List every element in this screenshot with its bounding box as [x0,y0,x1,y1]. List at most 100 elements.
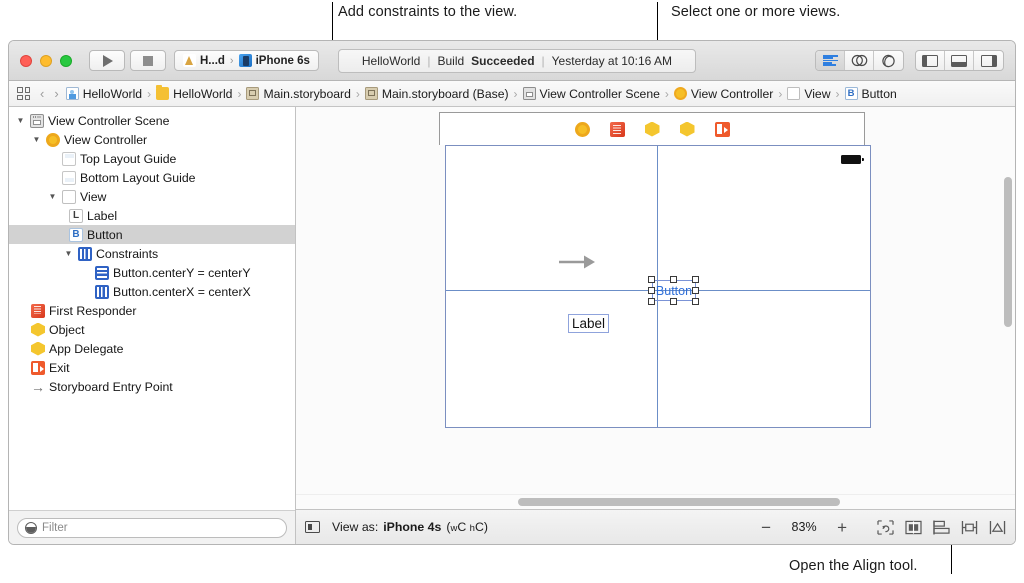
button-icon: B [69,227,83,242]
breadcrumb-item-storyboard[interactable]: Main.storyboard [246,87,351,101]
resize-handle-middle-right[interactable] [692,287,699,294]
breadcrumb-separator: › [147,86,152,101]
disclosure-triangle-icon[interactable]: ▼ [63,249,74,258]
breadcrumb-separator: › [355,86,360,101]
label-icon: L [69,208,83,223]
breadcrumb-item-project[interactable]: HelloWorld [65,87,142,101]
outline-row-first-responder[interactable]: First Responder [9,301,295,320]
disclosure-triangle-icon[interactable]: ▼ [15,116,26,125]
object-icon[interactable] [644,121,660,137]
utilities-toggle-button[interactable] [974,51,1003,70]
breadcrumb-label: HelloWorld [173,86,233,101]
interface-builder-canvas[interactable]: Label Button [296,107,1015,494]
navigator-toggle-button[interactable] [916,51,945,70]
update-frames-icon[interactable] [877,519,894,535]
constraints-icon [78,246,92,261]
button-icon: B [844,87,858,100]
outline-row-exit[interactable]: Exit [9,358,295,377]
resize-handle-bottom-right[interactable] [692,298,699,305]
label-element[interactable]: Label [568,314,610,333]
outline-row-app-delegate[interactable]: App Delegate [9,339,295,358]
document-outline-toggle-icon[interactable] [305,521,320,533]
view-icon [787,87,801,100]
disclosure-triangle-icon[interactable]: ▼ [47,192,58,201]
canvas-horizontal-scrollbar-track[interactable] [296,494,1015,509]
outline-row-top-layout-guide[interactable]: Top Layout Guide [9,149,295,168]
scene-icon [522,87,536,100]
outline-row-button[interactable]: B Button [9,225,295,244]
breadcrumb-item-view-controller[interactable]: View Controller [673,87,773,101]
toolbar-right-group [815,50,1004,71]
xcode-window: H...d › iPhone 6s HelloWorld | Build Suc… [8,40,1016,545]
outline-row-constraints[interactable]: ▼ Constraints [9,244,295,263]
exit-icon[interactable] [714,121,730,137]
breadcrumb-item-scene[interactable]: View Controller Scene [522,86,660,101]
outline-row-constraint-centery[interactable]: Button.centerY = centerY [9,263,295,282]
disclosure-triangle-icon[interactable]: ▼ [31,135,42,144]
version-editor-button[interactable] [874,51,903,70]
project-icon [65,87,79,100]
outline-row-object[interactable]: Object [9,320,295,339]
resolve-auto-layout-issues-icon[interactable] [989,520,1006,535]
resize-handle-bottom-center[interactable] [670,298,677,305]
zoom-out-button[interactable]: − [761,519,771,536]
first-responder-icon[interactable] [609,121,625,137]
minimize-button[interactable] [40,54,52,67]
scene-dock [439,112,865,145]
object-icon [31,341,45,356]
forward-button[interactable]: › [51,86,61,101]
zoom-in-button[interactable]: + [837,519,847,536]
stop-button[interactable] [130,50,166,71]
app-target-icon [183,54,196,67]
first-responder-icon [31,303,45,318]
back-button[interactable]: ‹ [37,86,47,101]
debug-area-toggle-button[interactable] [945,51,974,70]
debug-panel-icon [951,54,967,67]
canvas-column: Label Button View as: iPhone 4s (wC hC) … [296,107,1015,544]
breadcrumb-separator: › [513,86,518,101]
view-controller-scene: Label Button [439,112,871,428]
outline-row-constraint-centerx[interactable]: Button.centerX = centerX [9,282,295,301]
zoom-controls: − 83% + [761,519,847,536]
pin-icon[interactable] [961,520,978,535]
outline-row-bottom-layout-guide[interactable]: Bottom Layout Guide [9,168,295,187]
outline-row-label[interactable]: L Label [9,206,295,225]
filter-input[interactable]: Filter [17,517,287,538]
view-as-device[interactable]: iPhone 4s [383,520,441,534]
assistant-editor-button[interactable] [845,51,874,70]
outline-row-storyboard-entry-point[interactable]: → Storyboard Entry Point [9,377,295,396]
breadcrumb-item-folder[interactable]: HelloWorld [156,85,233,101]
embed-in-icon[interactable] [905,520,922,535]
resize-handle-bottom-left[interactable] [648,298,655,305]
align-icon[interactable] [933,519,950,535]
scheme-selector[interactable]: H...d › iPhone 6s [174,50,319,71]
resize-handle-top-center[interactable] [670,276,677,283]
run-button[interactable] [89,50,125,71]
resize-handle-middle-left[interactable] [648,287,655,294]
resize-handle-top-right[interactable] [692,276,699,283]
outline-row-view-controller[interactable]: ▼ View Controller [9,130,295,149]
button-element-selected[interactable]: Button [648,276,699,305]
entry-point-arrow-icon: → [31,378,45,395]
zoom-button[interactable] [60,54,72,67]
size-class-h: C [474,520,484,534]
close-button[interactable] [20,54,32,67]
standard-editor-button[interactable] [816,51,845,70]
outline-label: Button.centerX = centerX [113,284,251,299]
document-outline: ▼ View Controller Scene ▼ View Controlle… [9,107,296,544]
canvas-horizontal-scrollbar[interactable] [518,498,840,506]
canvas-vertical-scrollbar[interactable] [1004,177,1012,327]
breadcrumb-item-view[interactable]: View [787,87,831,101]
outline-row-view[interactable]: ▼ View [9,187,295,206]
device-canvas-iphone[interactable]: Label Button [445,145,871,428]
breadcrumb-item-storyboard-base[interactable]: Main.storyboard (Base) [364,87,509,101]
breadcrumb-item-button[interactable]: B Button [844,87,897,101]
view-controller-icon[interactable] [574,121,590,137]
annotation-select-views: Select one or more views. [671,4,841,20]
breadcrumb-label: View Controller Scene [539,86,660,101]
resize-handle-top-left[interactable] [648,276,655,283]
grid-view-icon[interactable] [17,87,30,100]
outline-row-view-controller-scene[interactable]: ▼ View Controller Scene [9,111,295,130]
object-icon[interactable] [679,121,695,137]
outline-label: Exit [49,360,70,375]
